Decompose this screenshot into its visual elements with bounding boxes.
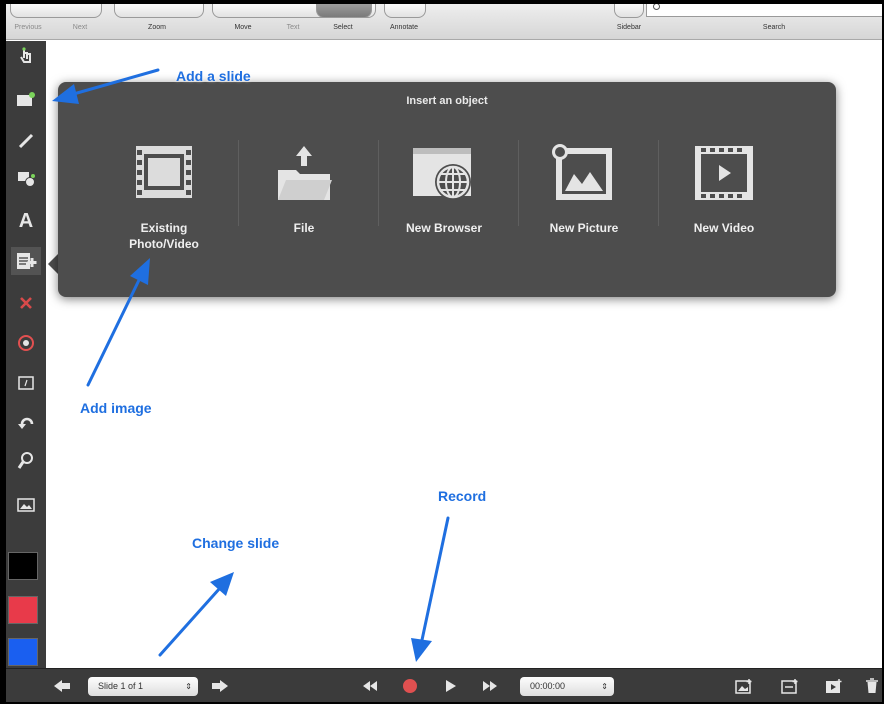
- zoom-button[interactable]: [114, 4, 204, 18]
- record-button[interactable]: [398, 676, 422, 696]
- select-tool-button[interactable]: [316, 4, 372, 18]
- add-slide-icon: [17, 92, 35, 106]
- new-browser-label: New Browser: [405, 221, 483, 235]
- insert-object-popover: Insert an object Existing Photo/Video Fi…: [58, 82, 836, 297]
- previous-slide-button[interactable]: [50, 676, 74, 696]
- video-icon: [695, 146, 753, 200]
- text-label[interactable]: Text: [287, 24, 300, 31]
- record-target-tool[interactable]: [11, 329, 41, 357]
- export-slide-icon: [781, 679, 798, 694]
- text-a-icon: A: [19, 210, 33, 229]
- fast-forward-button[interactable]: [478, 676, 502, 696]
- file-option[interactable]: File: [234, 130, 374, 260]
- annotate-button[interactable]: [384, 4, 426, 18]
- existing-label-line1: Existing: [140, 221, 188, 235]
- frame-tool[interactable]: [11, 369, 41, 397]
- browser-globe-icon: [413, 148, 471, 200]
- fast-forward-icon: [483, 681, 497, 691]
- rewind-icon: [363, 681, 377, 691]
- undo-tool[interactable]: [11, 409, 41, 437]
- export-image-icon: [735, 679, 752, 694]
- callout-add-slide: Add a slide: [176, 68, 251, 84]
- insert-object-icon: [17, 253, 37, 269]
- annotate-label[interactable]: Annotate: [390, 24, 418, 31]
- callout-change-slide: Change slide: [192, 535, 280, 551]
- previous-next-segment[interactable]: [10, 4, 102, 18]
- rewind-button[interactable]: [358, 676, 382, 696]
- slide-selector[interactable]: Slide 1 of 1 ⇕: [88, 677, 198, 696]
- text-tool[interactable]: A: [11, 205, 41, 233]
- toolbar: Previous Next Zoom Move Text Select Anno…: [6, 4, 882, 40]
- undo-icon: [18, 417, 34, 429]
- next-slide-button[interactable]: [208, 676, 232, 696]
- search-label: Search: [762, 24, 786, 31]
- pen-icon: [18, 133, 34, 149]
- folder-upload-icon: [278, 146, 332, 200]
- popover-title: Insert an object: [406, 95, 488, 107]
- callout-add-image: Add image: [80, 400, 152, 416]
- move-label[interactable]: Move: [234, 24, 251, 31]
- bottom-toolbar: Slide 1 of 1 ⇕ 00:00:00 ⇕: [6, 668, 882, 702]
- record-dot-icon: [403, 679, 417, 693]
- previous-label[interactable]: Previous: [14, 24, 41, 31]
- new-video-option[interactable]: New Video: [654, 130, 794, 260]
- target-icon: [18, 335, 34, 351]
- search-icon: [653, 4, 660, 10]
- sidebar-button[interactable]: [614, 4, 644, 18]
- blue-color-swatch[interactable]: [8, 638, 38, 666]
- right-arrow-icon: [212, 680, 228, 692]
- svg-text:A: A: [19, 210, 33, 229]
- sidebar-label[interactable]: Sidebar: [617, 24, 641, 31]
- shapes-tool[interactable]: [11, 165, 41, 193]
- search-input[interactable]: [646, 4, 882, 17]
- play-button[interactable]: [438, 676, 462, 696]
- add-slide-tool[interactable]: [11, 85, 41, 113]
- export-image-button[interactable]: [732, 676, 756, 696]
- popover-caret: [48, 254, 58, 274]
- image-tool[interactable]: [11, 491, 41, 519]
- pointer-tool[interactable]: [11, 43, 41, 71]
- time-field[interactable]: 00:00:00 ⇕: [520, 677, 614, 696]
- trash-button[interactable]: [862, 676, 882, 696]
- insert-object-tool[interactable]: [11, 247, 41, 275]
- pen-tool[interactable]: [11, 127, 41, 155]
- new-video-label: New Video: [693, 221, 755, 235]
- delete-x-icon: [20, 297, 32, 309]
- export-video-button[interactable]: [822, 676, 846, 696]
- existing-label-line2: Photo/Video: [129, 237, 199, 251]
- stepper-icon: ⇕: [601, 682, 608, 691]
- zoom-label[interactable]: Zoom: [148, 24, 166, 31]
- zoom-tool[interactable]: [11, 447, 41, 475]
- trash-icon: [866, 678, 878, 693]
- shapes-icon: [18, 172, 35, 187]
- file-label: File: [293, 221, 315, 235]
- play-icon: [446, 680, 456, 692]
- export-video-icon: [826, 679, 842, 693]
- left-arrow-icon: [54, 680, 70, 692]
- black-color-swatch[interactable]: [8, 552, 38, 580]
- window-frame: Previous Next Zoom Move Text Select Anno…: [0, 0, 884, 704]
- hand-pointer-icon: [20, 47, 31, 63]
- stepper-icon: ⇕: [185, 682, 192, 691]
- callout-record: Record: [438, 488, 487, 504]
- next-label[interactable]: Next: [73, 24, 87, 31]
- new-picture-label: New Picture: [549, 221, 619, 235]
- magnifier-icon: [17, 452, 33, 469]
- picture-icon: [552, 144, 612, 200]
- new-picture-option[interactable]: New Picture: [514, 130, 654, 260]
- tool-sidebar: A: [6, 41, 46, 668]
- delete-tool[interactable]: [11, 289, 41, 317]
- time-value: 00:00:00: [530, 681, 566, 691]
- slide-indicator: Slide 1 of 1: [98, 681, 144, 691]
- slide-frame-icon: [18, 376, 34, 390]
- existing-photo-video-option[interactable]: Existing Photo/Video: [94, 130, 234, 260]
- app-window: Previous Next Zoom Move Text Select Anno…: [6, 4, 882, 702]
- film-strip-icon: [136, 146, 192, 198]
- red-color-swatch[interactable]: [8, 596, 38, 624]
- export-slide-button[interactable]: [778, 676, 802, 696]
- image-icon: [17, 498, 35, 512]
- new-browser-option[interactable]: New Browser: [374, 130, 514, 260]
- select-label[interactable]: Select: [333, 24, 352, 31]
